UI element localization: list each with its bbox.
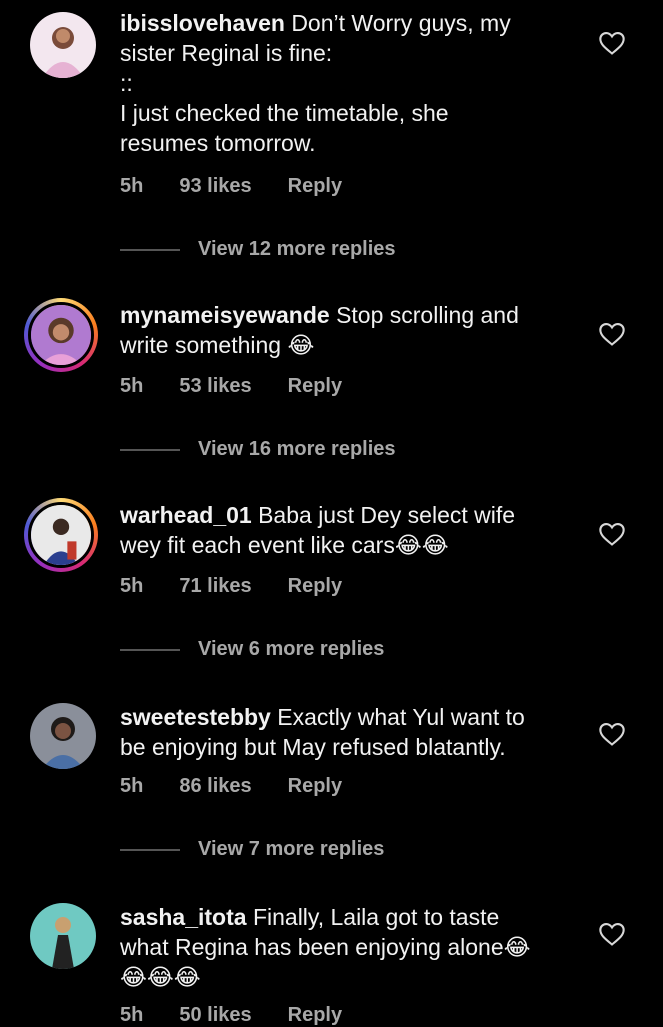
view-replies-label: View 7 more replies [198, 838, 385, 860]
comment-meta: 5h 53 likes Reply [120, 375, 342, 398]
reply-button[interactable]: Reply [288, 175, 342, 198]
comment-username[interactable]: ibisslovehaven [120, 10, 285, 36]
heart-outline-icon[interactable] [598, 30, 626, 56]
comment-text: mynameisyewande Stop scrolling and write… [120, 300, 560, 360]
view-replies-button[interactable]: View 6 more replies [120, 638, 384, 661]
avatar[interactable] [24, 298, 98, 372]
reply-button[interactable]: Reply [288, 775, 342, 798]
view-replies-label: View 16 more replies [198, 438, 396, 460]
view-replies-button[interactable]: View 16 more replies [120, 438, 396, 461]
avatar[interactable] [30, 12, 96, 78]
comment-username[interactable]: mynameisyewande [120, 302, 330, 328]
comment-text: sweetestebby Exactly what Yul want to be… [120, 702, 560, 762]
replies-divider [120, 448, 180, 451]
heart-outline-icon[interactable] [598, 721, 626, 747]
comment-meta: 5h 86 likes Reply [120, 775, 342, 798]
avatar[interactable] [30, 703, 96, 769]
comment-meta: 5h 93 likes Reply [120, 175, 342, 198]
view-replies-button[interactable]: View 7 more replies [120, 838, 384, 861]
comment-time: 5h [120, 775, 144, 797]
comment-time: 5h [120, 575, 144, 597]
replies-divider [120, 848, 180, 851]
avatar[interactable] [24, 498, 98, 572]
view-replies-button[interactable]: View 12 more replies [120, 238, 396, 261]
comment-text: warhead_01 Baba just Dey select wife wey… [120, 500, 560, 560]
comment-likes[interactable]: 53 likes [179, 375, 251, 398]
comment-username[interactable]: sweetestebby [120, 704, 271, 730]
comment-time: 5h [120, 175, 144, 197]
comment-text: sasha_itota Finally, Laila got to taste … [120, 902, 560, 992]
replies-divider [120, 248, 180, 251]
comment-text: ibisslovehaven Don’t Worry guys, my sist… [120, 8, 560, 158]
comment-meta: 5h 71 likes Reply [120, 575, 342, 598]
comment-username[interactable]: warhead_01 [120, 502, 252, 528]
comment-likes[interactable]: 93 likes [179, 175, 251, 198]
heart-outline-icon[interactable] [598, 921, 626, 947]
comment-username[interactable]: sasha_itota [120, 904, 247, 930]
view-replies-label: View 6 more replies [198, 638, 385, 660]
reply-button[interactable]: Reply [288, 375, 342, 398]
avatar[interactable] [30, 903, 96, 969]
comment-time: 5h [120, 375, 144, 397]
comment-likes[interactable]: 86 likes [179, 775, 251, 798]
heart-outline-icon[interactable] [598, 521, 626, 547]
comment-likes[interactable]: 71 likes [179, 575, 251, 598]
view-replies-label: View 12 more replies [198, 238, 396, 260]
reply-button[interactable]: Reply [288, 575, 342, 598]
replies-divider [120, 648, 180, 651]
heart-outline-icon[interactable] [598, 321, 626, 347]
